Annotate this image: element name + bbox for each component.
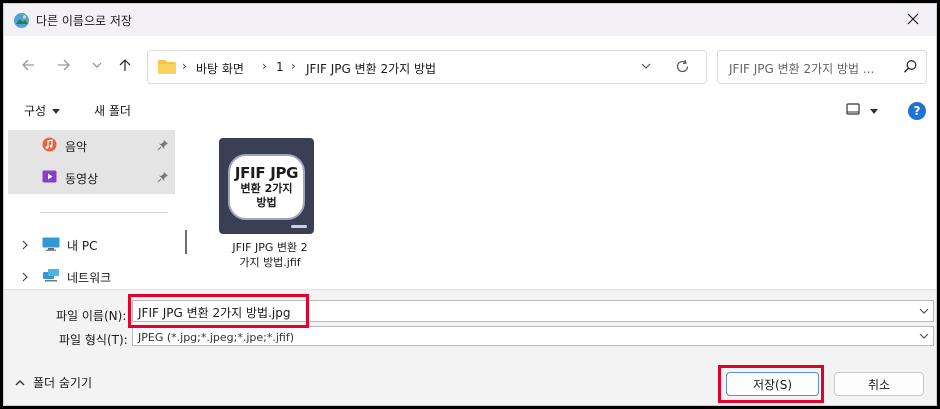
navigation-pane: 음악 동영상 내 PC 네트워크 <box>4 128 189 289</box>
file-thumbnail: JFIF JPG 변환 2가지 방법 <box>219 138 314 234</box>
filename-label: 파일 이름(N): <box>56 309 127 323</box>
thumbnail-subtitle: 변환 2가지 <box>240 182 293 195</box>
folder-icon <box>158 60 176 77</box>
search-box[interactable]: JFIF JPG 변환 2가지 방법 ... <box>717 50 927 84</box>
chevron-up-icon <box>15 376 25 390</box>
sidebar-item-music[interactable]: 음악 <box>8 130 175 162</box>
up-arrow-icon <box>118 58 132 75</box>
dialog-footer: 폴더 숨기기 저장(S) 취소 <box>4 347 936 405</box>
forward-arrow-icon <box>57 58 71 75</box>
thumbnail-subtitle: 방법 <box>256 196 277 209</box>
filetype-label: 파일 형식(T): <box>59 333 128 347</box>
chevron-right-icon: › <box>182 59 187 73</box>
save-as-dialog: 다른 이름으로 저장 › 바탕 화면 › 1 › JFIF JPG 변환 2가지… <box>3 3 937 406</box>
sidebar-item-label: 내 PC <box>67 238 98 253</box>
sidebar-item-label: 동영상 <box>65 171 99 186</box>
chevron-right-icon: › <box>262 59 267 73</box>
chevron-down-icon <box>92 59 102 73</box>
caret-down-icon <box>52 104 61 118</box>
sidebar-item-videos[interactable]: 동영상 <box>8 162 175 194</box>
chevron-right-icon: › <box>291 59 296 73</box>
pin-icon <box>157 171 169 186</box>
caret-down-icon <box>870 104 878 118</box>
recent-locations-button[interactable] <box>86 55 108 77</box>
refresh-icon[interactable] <box>675 59 690 77</box>
hide-folders-label: 폴더 숨기기 <box>33 376 93 390</box>
view-options-button[interactable] <box>846 103 878 118</box>
breadcrumb-item[interactable]: JFIF JPG 변환 2가지 방법 <box>306 60 436 77</box>
photos-app-icon <box>13 12 30 29</box>
sidebar-item-label: 네트워크 <box>67 270 112 285</box>
chevron-right-icon[interactable] <box>18 272 32 282</box>
sidebar-item-this-pc[interactable]: 내 PC <box>18 234 97 256</box>
music-icon <box>42 137 57 155</box>
save-highlight-box <box>718 365 824 403</box>
breadcrumb-item[interactable]: 1 <box>276 60 284 74</box>
back-button[interactable] <box>17 55 39 77</box>
hide-folders-button[interactable]: 폴더 숨기기 <box>15 374 92 391</box>
sidebar-scrollbar[interactable] <box>185 230 187 254</box>
sidebar-divider <box>40 212 168 213</box>
sidebar-item-network[interactable]: 네트워크 <box>18 266 111 288</box>
search-icon[interactable] <box>903 59 918 77</box>
organize-label: 구성 <box>24 104 47 118</box>
up-button[interactable] <box>114 55 136 77</box>
new-folder-button[interactable]: 새 폴더 <box>94 102 131 119</box>
thumbnail-title: JFIF JPG <box>234 164 299 182</box>
title-bar: 다른 이름으로 저장 <box>4 4 936 36</box>
search-placeholder: JFIF JPG 변환 2가지 방법 ... <box>729 62 875 76</box>
pin-icon <box>157 139 169 154</box>
address-bar[interactable]: › 바탕 화면 › 1 › JFIF JPG 변환 2가지 방법 <box>147 50 707 84</box>
dialog-title: 다른 이름으로 저장 <box>36 14 132 28</box>
chevron-right-icon[interactable] <box>18 240 32 250</box>
file-name-line: 가지 방법.jfif <box>239 256 301 269</box>
thumbnail-card: JFIF JPG 변환 2가지 방법 <box>228 154 305 220</box>
address-dropdown-icon[interactable] <box>639 59 653 76</box>
thumbnail-watermark <box>291 225 307 228</box>
chevron-down-icon[interactable] <box>918 330 930 345</box>
filename-highlight-box <box>128 294 309 328</box>
cancel-button[interactable]: 취소 <box>834 372 924 396</box>
filetype-value: JPEG (*.jpg;*.jpeg;*.jpe;*.jfif) <box>138 331 295 344</box>
filetype-select[interactable]: JPEG (*.jpg;*.jpeg;*.jpe;*.jfif) <box>132 326 934 346</box>
view-icon <box>846 103 860 118</box>
file-name: JFIF JPG 변환 2 가지 방법.jfif <box>212 240 328 270</box>
command-bar: 구성 새 폴더 ? <box>4 92 936 128</box>
chevron-down-icon[interactable] <box>918 305 930 320</box>
forward-button[interactable] <box>53 55 75 77</box>
sidebar-item-label: 음악 <box>65 139 88 154</box>
breadcrumb-item[interactable]: 바탕 화면 <box>196 60 244 77</box>
back-arrow-icon <box>21 58 35 75</box>
pc-icon <box>42 237 60 254</box>
close-icon <box>907 13 919 28</box>
help-icon[interactable]: ? <box>908 102 926 120</box>
video-icon <box>42 169 57 187</box>
file-list: JFIF JPG 변환 2가지 방법 JFIF JPG 변환 2 가지 방법.j… <box>191 128 936 289</box>
navigation-bar: › 바탕 화면 › 1 › JFIF JPG 변환 2가지 방법 JFIF JP… <box>4 36 936 92</box>
network-icon <box>42 268 60 286</box>
close-button[interactable] <box>890 4 936 36</box>
file-name-line: JFIF JPG 변환 2 <box>232 241 308 254</box>
save-form: 파일 이름(N): JFIF JPG 변환 2가지 방법.jpg 파일 형식(T… <box>4 289 936 347</box>
organize-menu-button[interactable]: 구성 <box>24 102 61 119</box>
